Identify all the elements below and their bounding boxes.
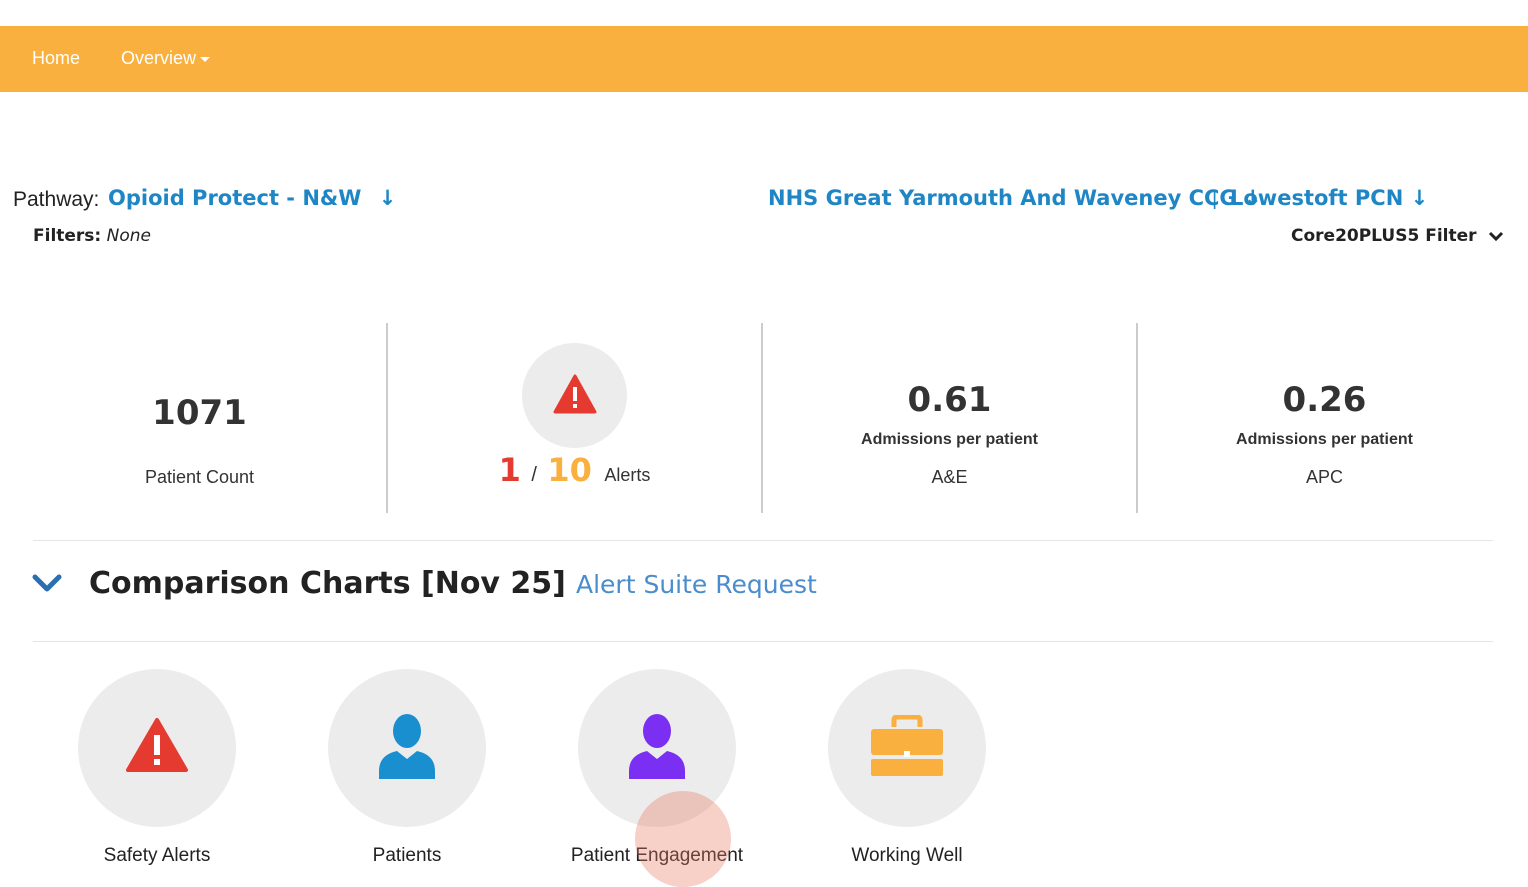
apc-admissions-label: APC [1305, 467, 1343, 487]
ccg-selector[interactable]: NHS Great Yarmouth And Waveney CCG ↓ [768, 186, 1262, 210]
tile-icon-circle [828, 669, 986, 827]
nav-home-link[interactable]: Home [32, 26, 80, 92]
tile-patient-engagement[interactable]: Patient Engagement [532, 669, 782, 879]
alert-suite-request-link[interactable]: Alert Suite Request [576, 570, 817, 599]
ae-admissions-card: 0.61 Admissions per patient A&E [762, 323, 1137, 513]
patient-count-value: 1071 [152, 393, 247, 433]
pathway-name: Opioid Protect - N&W [108, 186, 362, 210]
alerts-total-count: 10 [547, 451, 592, 489]
alerts-active-count: 1 [498, 451, 521, 489]
tile-working-well[interactable]: Working Well [782, 669, 1032, 879]
alerts-card[interactable]: 1 / 10 Alerts [387, 323, 762, 513]
apc-admissions-subtitle: Admissions per patient [1236, 431, 1413, 448]
tile-safety-alerts[interactable]: Safety Alerts [32, 669, 282, 879]
patient-count-label: Patient Count [144, 467, 255, 487]
ccg-name: NHS Great Yarmouth And Waveney CCG [768, 186, 1237, 210]
alerts-label: Alerts [604, 465, 651, 485]
tile-label: Patients [372, 845, 442, 866]
filters-label: Filters: [33, 226, 102, 246]
briefcase-icon [871, 715, 943, 776]
tile-label: Patient Engagement [570, 845, 744, 866]
warning-icon [553, 374, 597, 414]
tile-icon-circle [78, 669, 236, 827]
alert-icon-circle [522, 343, 627, 448]
filters-summary: Filters: None [33, 226, 151, 246]
pathway-selector[interactable]: Opioid Protect - N&W ↓ [108, 186, 396, 210]
top-navbar: Home Overview [0, 26, 1528, 92]
filters-value: None [106, 226, 151, 246]
alerts-summary: 1 / 10 Alerts [387, 451, 762, 489]
pathway-label: Pathway: [13, 188, 100, 211]
pcn-selector[interactable]: Lowestoft PCN ↓ [1230, 186, 1428, 210]
nav-overview-label: Overview [121, 48, 197, 68]
pcn-arrow-icon: ↓ [1410, 186, 1429, 210]
tile-patients[interactable]: Patients [282, 669, 532, 879]
caret-down-icon [200, 56, 211, 62]
section-divider [33, 641, 1493, 642]
ae-admissions-label: A&E [931, 467, 968, 487]
org-separator: | [1212, 188, 1218, 210]
person-icon [629, 714, 685, 779]
apc-admissions-value: 0.26 [1282, 380, 1367, 420]
nav-overview-dropdown[interactable]: Overview [121, 26, 211, 92]
tile-label: Working Well [851, 845, 963, 866]
pathway-arrow-icon: ↓ [378, 186, 397, 210]
warning-icon [126, 718, 188, 772]
pcn-name: Lowestoft PCN [1230, 186, 1404, 210]
apc-admissions-card: 0.26 Admissions per patient APC [1137, 323, 1512, 513]
core20plus5-filter-toggle[interactable]: Core20PLUS5 Filter [1291, 226, 1504, 246]
section-title: Comparison Charts [Nov 25] [89, 566, 566, 601]
collapse-chevron-icon[interactable] [32, 574, 62, 594]
core20plus5-filter-label: Core20PLUS5 Filter [1291, 226, 1477, 246]
ae-admissions-value: 0.61 [907, 380, 992, 420]
tile-icon-circle [328, 669, 486, 827]
patient-count-card: 1071 Patient Count [12, 323, 387, 513]
ae-admissions-subtitle: Admissions per patient [861, 431, 1038, 448]
alerts-separator: / [531, 464, 537, 486]
tile-label: Safety Alerts [103, 845, 211, 866]
tile-icon-circle [578, 669, 736, 827]
chevron-down-icon [1489, 231, 1504, 242]
section-divider [33, 540, 1493, 541]
person-icon [379, 714, 435, 779]
